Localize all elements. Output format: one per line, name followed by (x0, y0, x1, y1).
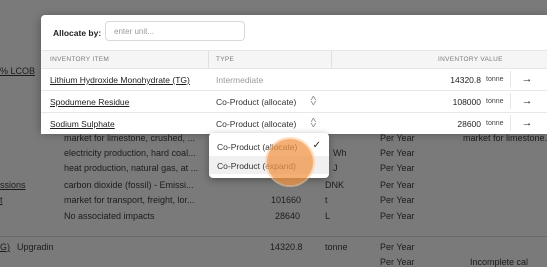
type-select[interactable]: Co-Product (allocate) (216, 119, 296, 129)
column-divider (331, 51, 332, 68)
cursor-click-indicator (267, 139, 313, 185)
bg-row-unit: J (333, 163, 338, 173)
bg-row-period: Per Year (380, 211, 415, 221)
type-value: Intermediate (216, 75, 264, 85)
column-divider (208, 51, 209, 68)
bg-row-period: Per Year (380, 163, 415, 173)
bg-row-desc: market for limestone, crushed, ... (64, 133, 196, 143)
bg-row-note: market for limestone... (463, 133, 547, 143)
row-arrow-button[interactable]: → (510, 71, 543, 87)
type-select[interactable]: Co-Product (allocate) (216, 97, 296, 107)
inventory-item-link[interactable]: Lithium Hydroxide Monohydrate (TG) (50, 75, 190, 85)
column-type: TYPE (216, 56, 235, 63)
bg-row-period: Per Year (380, 180, 415, 190)
column-inventory-value: INVENTORY VALUE (438, 56, 503, 63)
bg-row-period: Per Year (380, 148, 415, 158)
bg-row-unit: t (325, 195, 328, 205)
bg-row-unit: L (325, 211, 331, 221)
bg-row-desc: heat production, natural gas, at ... (64, 163, 199, 173)
bg-upgrading-label: Upgradin (17, 242, 54, 252)
allocate-by-label: Allocate by: (53, 28, 102, 38)
inventory-unit: tonne (486, 120, 504, 127)
bg-row-period: Per Year (380, 195, 415, 205)
chevron-updown-icon[interactable]: ˄ ˅ (310, 95, 317, 108)
column-inventory-item: INVENTORY ITEM (50, 56, 110, 63)
bg-row-desc: carbon dioxide (fossil) - Emissi... (64, 180, 194, 190)
bg-row-unit: DNK (325, 180, 345, 190)
bg-row-desc: electricity production, hard coal... (64, 148, 196, 158)
inventory-item-link[interactable]: Sodium Sulphate (50, 119, 115, 129)
row-arrow-button[interactable]: → (510, 115, 543, 131)
inventory-value: 108000 (452, 97, 481, 107)
bg-fragment-label-2: G) (0, 242, 10, 252)
bg-row-desc: market for transport, freight, lor... (64, 195, 195, 205)
bg-row-qty: 28640 (275, 211, 301, 221)
bg-emissions-label: ssions (0, 180, 26, 190)
inventory-unit: tonne (486, 76, 504, 83)
table-row: Sodium Sulphate Co-Product (allocate) ˄ ˅… (41, 113, 547, 134)
table-row: Spodumene Residue Co-Product (allocate) … (41, 91, 547, 113)
bg-divider (0, 236, 547, 237)
inventory-item-link[interactable]: Spodumene Residue (50, 97, 129, 107)
bg-row-unit: tonne (325, 242, 348, 252)
table-row: Lithium Hydroxide Monohydrate (TG) Inter… (41, 69, 547, 91)
allocation-modal: Allocate by: INVENTORY ITEM TYPE INVENTO… (41, 15, 547, 134)
check-icon: ✓ (312, 140, 321, 151)
bg-row-period: Per Year (380, 133, 415, 143)
inventory-value: 28600 (457, 119, 481, 129)
inventory-unit: tonne (486, 98, 504, 105)
allocate-unit-input[interactable] (105, 21, 245, 41)
bg-row-qty: 14320.8 (270, 242, 303, 252)
inventory-value: 14320.8 (450, 75, 481, 85)
inventory-table-header: INVENTORY ITEM TYPE INVENTORY VALUE (41, 50, 547, 69)
bg-row-unit: Wh (333, 148, 347, 158)
bg-lcob-label: % LCOB (0, 66, 36, 76)
chevron-updown-icon[interactable]: ˄ ˅ (310, 117, 317, 130)
bg-row-qty: 101660 (271, 195, 302, 205)
row-arrow-button[interactable]: → (510, 93, 543, 109)
bg-fragment-label: t (0, 195, 3, 205)
bg-row-desc: No associated impacts (64, 211, 155, 221)
bg-row-period: Per Year (380, 242, 415, 252)
